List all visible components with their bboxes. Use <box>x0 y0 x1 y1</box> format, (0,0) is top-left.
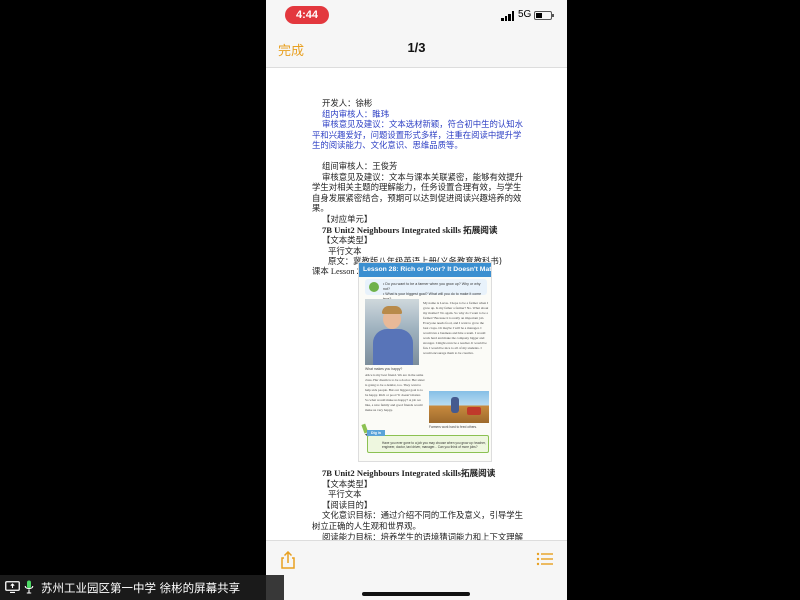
done-button[interactable]: 完成 <box>278 40 304 59</box>
screen-share-title: 苏州工业园区第一中学 徐彬的屏幕共享 <box>41 581 241 595</box>
microphone-icon <box>24 580 34 594</box>
phone-screen: 4:44 5G 1/3 完成 开发人：徐彬 组内审核人：睢玮 审核意见及建议：文… <box>266 0 567 600</box>
share-icon[interactable] <box>280 551 296 569</box>
farmer-photo <box>429 391 489 423</box>
status-bar: 4:44 5G <box>266 0 567 30</box>
unit-title: 7B Unit2 Neighbours Integrated skills 拓展… <box>322 224 498 235</box>
inter-group-reviewer-line: 组间审核人：王俊芳 <box>322 160 398 171</box>
textbook-lesson-header: Lesson 28: Rich or Poor? It Doesn't Matt… <box>359 263 491 277</box>
reading-goal: 阅读能力目标：培养学生的语境猜词能力和上下文理解能力，揣摩作者写作意图，培养学生… <box>322 531 523 540</box>
text-type-heading: 【文本类型】 <box>322 235 373 246</box>
culture-goal: 文化意识目标：通过介绍不同的工作及意义，引导学生树立正确的人生观和世界观。 <box>312 510 523 531</box>
textbook-page-image: Lesson 28: Rich or Poor? It Doesn't Matt… <box>358 262 492 462</box>
dig-in-box: Dig in Have you ever gone to a job you m… <box>367 430 489 453</box>
group-review-comment: 审核意见及建议：文本选材新颖，符合初中生的认知水平和兴趣爱好，问题设置形式多样，… <box>312 119 523 151</box>
document-text-lower: 7B Unit2 Neighbours Integrated skills拓展阅… <box>312 468 527 540</box>
status-time: 4:44 <box>285 6 329 24</box>
textbook-paragraph: Alice is my best friend. We are in the s… <box>365 373 425 412</box>
battery-icon <box>534 11 554 20</box>
home-indicator[interactable] <box>362 592 470 596</box>
group-reviewer-line: 组内审核人：睢玮 <box>322 108 389 119</box>
textbook-question: • Do you want to be a farmer when you gr… <box>383 282 481 291</box>
textbook-paragraph: My name is Lucas. I hope to be a farmer … <box>423 301 489 355</box>
text-type-value-2: 平行文本 <box>328 489 362 500</box>
signal-icon <box>501 11 515 21</box>
list-icon[interactable] <box>536 551 554 567</box>
textbook-questions: • Do you want to be a farmer when you gr… <box>365 279 487 301</box>
screen-share-icon <box>5 581 20 593</box>
battery-fill <box>536 13 543 18</box>
screen-share-overlay: 苏州工业园区第一中学 徐彬的屏幕共享 <box>0 575 284 600</box>
inter-group-review-comment: 审核意见及建议：文本与课本关联紧密，能够有效提升学生对相关主题的理解能力，任务设… <box>312 171 523 214</box>
bottom-toolbar <box>266 540 567 600</box>
text-type-value: 平行文本 <box>328 245 362 256</box>
dig-in-label: Dig in <box>367 430 385 436</box>
developer-line: 开发人：徐彬 <box>322 98 373 108</box>
unit-heading: 【对应单元】 <box>322 213 373 224</box>
document-viewer[interactable]: 开发人：徐彬 组内审核人：睢玮 审核意见及建议：文本选材新颖，符合初中生的认知水… <box>266 68 567 540</box>
page-indicator: 1/3 <box>407 40 426 55</box>
boy-photo-caption: What makes you happy? <box>365 367 403 371</box>
text-type-heading-2: 【文本类型】 <box>322 478 373 489</box>
boy-photo <box>365 299 419 365</box>
screen-share-stage: 4:44 5G 1/3 完成 开发人：徐彬 组内审核人：睢玮 审核意见及建议：文… <box>0 0 800 600</box>
nav-bar: 1/3 完成 <box>266 30 567 68</box>
question-bubble-icon <box>369 282 379 292</box>
reading-purpose-heading: 【阅读目的】 <box>322 499 373 510</box>
network-label: 5G <box>518 9 532 20</box>
document-text: 开发人：徐彬 组内审核人：睢玮 审核意见及建议：文本选材新颖，符合初中生的认知水… <box>312 98 527 278</box>
farmer-photo-caption: Farmers work hard to feed others. <box>429 425 478 429</box>
dig-in-text: Have you ever gone to a job you may choo… <box>382 441 486 449</box>
unit-title-repeat: 7B Unit2 Neighbours Integrated skills拓展阅… <box>322 468 496 478</box>
